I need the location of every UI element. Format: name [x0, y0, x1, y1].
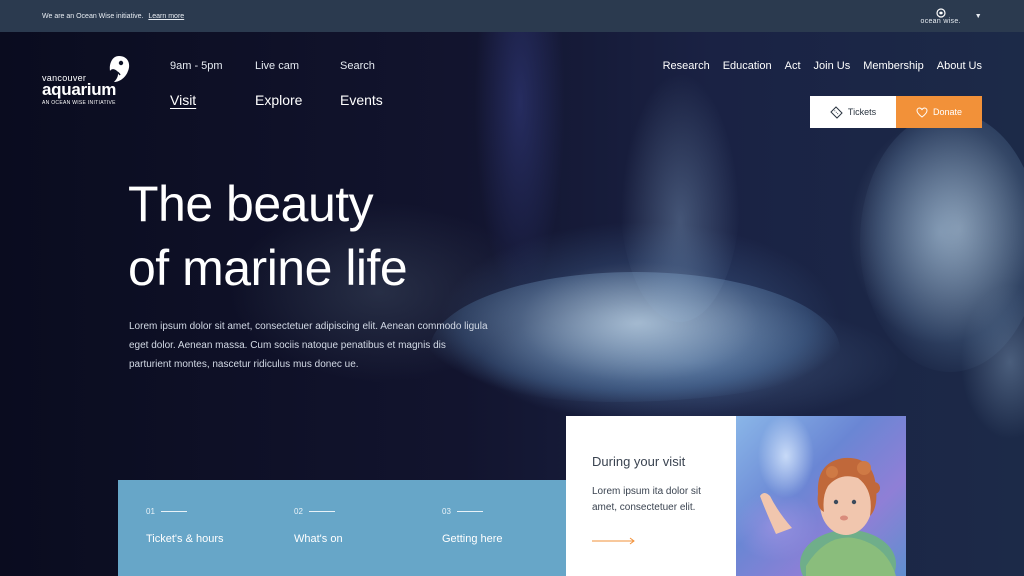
nav-join-us[interactable]: Join Us — [814, 60, 851, 72]
nav-group-explore: Live cam Explore — [255, 60, 302, 108]
hero-lead-text: Lorem ipsum dolor sit amet, consectetuer… — [129, 321, 488, 370]
quick-link-getting-here[interactable]: 03 Getting here — [414, 480, 562, 576]
hero-headline-line-1: The beauty — [128, 176, 374, 232]
background-jellyfish — [860, 112, 1024, 372]
nav-group-visit: 9am - 5pm Visit — [170, 60, 223, 108]
quick-link-title: What's on — [294, 533, 343, 545]
quick-link-title: Getting here — [442, 533, 503, 545]
vancouver-aquarium-logo[interactable]: vancouver aquarium AN OCEAN WISE INITIAT… — [42, 54, 142, 110]
ocean-wise-icon — [936, 7, 946, 18]
dash-line — [160, 511, 187, 512]
utility-nav: Research Education Act Join Us Membershi… — [663, 60, 982, 72]
quick-link-number-text: 03 — [442, 507, 451, 516]
quick-link-number: 01 — [146, 507, 266, 516]
hero-headline-line-2: of marine life — [128, 240, 408, 296]
quick-link-title: Ticket's & hours — [146, 533, 224, 545]
heart-icon — [916, 106, 928, 118]
learn-more-link[interactable]: Learn more — [148, 13, 184, 20]
top-bar: We are an Ocean Wise initiative. Learn m… — [0, 0, 1024, 32]
hours-link[interactable]: 9am - 5pm — [170, 60, 223, 72]
ocean-wise-logo: ocean wise. — [920, 7, 961, 25]
initiative-text: We are an Ocean Wise initiative. — [42, 12, 144, 20]
nav-education[interactable]: Education — [723, 60, 772, 72]
nav-about-us[interactable]: About Us — [937, 60, 982, 72]
donate-label: Donate — [932, 107, 963, 117]
nav-visit[interactable]: Visit — [170, 92, 223, 108]
quick-link-number-text: 01 — [146, 507, 155, 516]
logo-line-aquarium: aquarium — [42, 80, 117, 99]
nav-group-events: Search Events — [340, 60, 383, 108]
chevron-down-icon[interactable]: ▼ — [975, 13, 982, 20]
dash-line — [308, 511, 335, 512]
search-link[interactable]: Search — [340, 60, 383, 72]
ocean-wise-switcher[interactable]: ocean wise. ▼ — [920, 7, 983, 25]
ticket-icon — [830, 105, 843, 119]
logo-tagline: AN OCEAN WISE INITIATIVE — [42, 100, 116, 106]
quick-link-tickets-hours[interactable]: 01 Ticket's & hours — [118, 480, 266, 576]
quick-links-panel: 01 Ticket's & hours 02 What's on 03 Gett… — [118, 480, 566, 576]
nav-research[interactable]: Research — [663, 60, 710, 72]
nav-explore[interactable]: Explore — [255, 92, 302, 108]
nav-act[interactable]: Act — [785, 60, 801, 72]
quick-link-number-text: 02 — [294, 507, 303, 516]
tickets-button[interactable]: Tickets — [810, 96, 896, 128]
child-illustration — [760, 457, 896, 576]
child-at-aquarium-photo — [736, 416, 906, 576]
initiative-notice: We are an Ocean Wise initiative. Learn m… — [42, 13, 184, 20]
quick-link-number: 02 — [294, 507, 414, 516]
jellyfish-bell — [430, 272, 840, 402]
during-your-visit-card: During your visit Lorem ipsum ita dolor … — [566, 416, 736, 576]
quick-link-number: 03 — [442, 507, 562, 516]
dash-line — [456, 511, 483, 512]
quick-link-whats-on[interactable]: 02 What's on — [266, 480, 414, 576]
hero-headline: The beauty of marine life — [128, 172, 408, 300]
tickets-label: Tickets — [847, 107, 877, 117]
live-cam-link[interactable]: Live cam — [255, 60, 302, 72]
visit-card-title: During your visit — [592, 454, 686, 469]
nav-events[interactable]: Events — [340, 92, 383, 108]
nav-membership[interactable]: Membership — [863, 60, 924, 72]
jellyfish-tentacles — [620, 72, 740, 322]
arrow-right-icon[interactable] — [592, 537, 636, 545]
donate-button[interactable]: Donate — [896, 96, 982, 128]
visit-card-body: Lorem ipsum ita dolor sit amet, consecte… — [592, 486, 701, 513]
ocean-wise-text: ocean wise. — [920, 17, 961, 25]
